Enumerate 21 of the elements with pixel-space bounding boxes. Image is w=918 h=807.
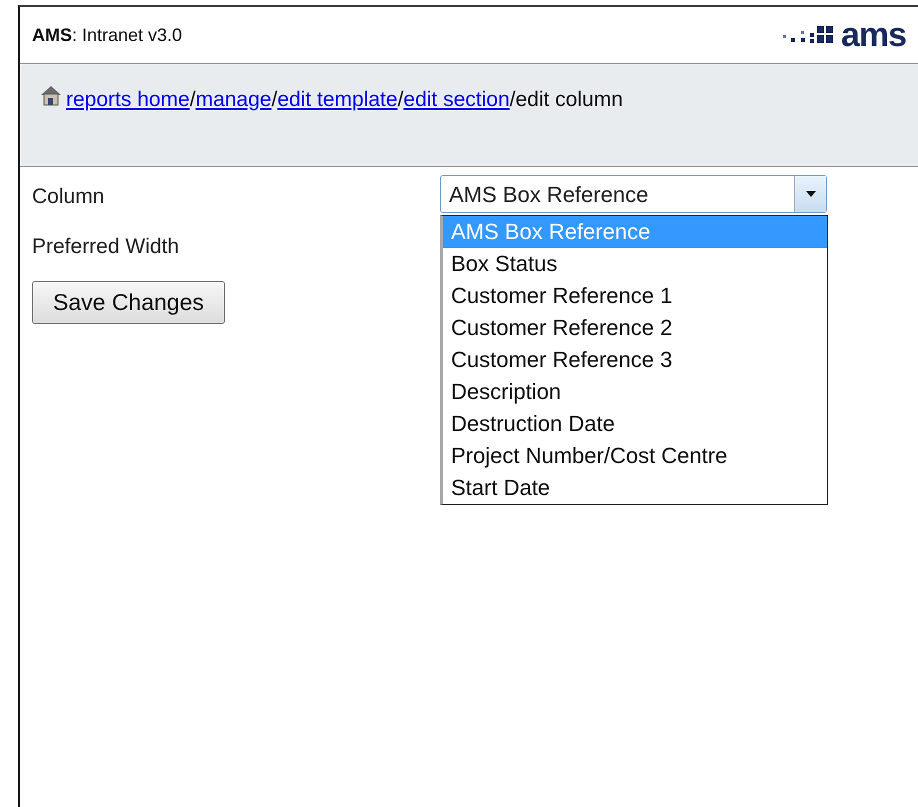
dropdown-option[interactable]: Start Date bbox=[443, 472, 827, 504]
dropdown-option[interactable]: Description bbox=[443, 376, 827, 408]
house-icon[interactable] bbox=[40, 84, 62, 106]
field-label: Preferred Width bbox=[32, 235, 180, 258]
app-title: AMS: Intranet v3.0 bbox=[32, 24, 182, 46]
breadcrumb-link[interactable]: reports home bbox=[66, 88, 190, 111]
field-label: Column bbox=[32, 185, 104, 208]
dropdown-option[interactable]: Destruction Date bbox=[443, 408, 827, 440]
logo-text: ams bbox=[840, 18, 906, 52]
dropdown-option[interactable]: Customer Reference 3 bbox=[443, 344, 827, 376]
dropdown-option[interactable]: Project Number/Cost Centre bbox=[443, 440, 827, 472]
save-button[interactable]: Save Changes bbox=[32, 281, 225, 324]
breadcrumb-link[interactable]: edit section bbox=[403, 88, 510, 111]
dropdown-option[interactable]: Box Status bbox=[443, 248, 827, 280]
caret-icon bbox=[804, 190, 816, 198]
breadcrumb-link[interactable]: edit template bbox=[277, 88, 398, 111]
breadcrumb: reports home/manage/edit template/edit section/edit column bbox=[66, 87, 623, 113]
dropdown-option[interactable]: Customer Reference 2 bbox=[443, 312, 827, 344]
dropdown-option[interactable]: Customer Reference 1 bbox=[443, 280, 827, 312]
breadcrumb-link[interactable]: manage bbox=[196, 88, 272, 111]
dropdown-select[interactable]: AMS Box Reference bbox=[440, 175, 827, 213]
